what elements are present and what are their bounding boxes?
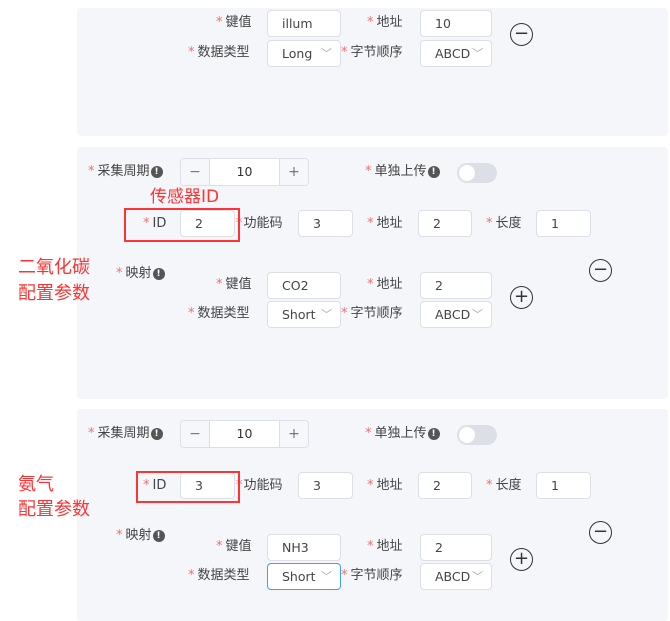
chevron-down-icon: ﹀ [321,308,332,321]
add-mapping-icon[interactable]: + [510,548,533,571]
key-input[interactable]: CO2 [267,272,341,299]
function-code-input[interactable]: 3 [298,210,353,237]
chevron-down-icon: ﹀ [321,47,332,60]
length-input[interactable]: 1 [536,472,591,499]
period-label: * 采集周期! [88,424,163,444]
key-input[interactable]: NH3 [267,534,341,561]
address-input[interactable]: 10 [420,10,492,37]
length-label: * 长度 [486,216,522,231]
data-type-select[interactable]: Short ﹀ [267,301,341,328]
data-type-select[interactable]: Short ﹀ [267,563,341,590]
key-label: * 键值 [216,539,252,554]
info-icon: ! [427,166,440,178]
key-input[interactable]: illum [267,10,341,37]
address-label: * 地址 [367,216,403,231]
annotation-co2-line1: 二氧化碳 [18,257,90,278]
function-code-label: *功能码 [236,216,283,231]
map-address-input[interactable]: 2 [420,534,492,561]
period-stepper[interactable]: − 10 + [180,158,309,186]
byte-order-label: * 字节顺序 [341,45,403,60]
address-input[interactable]: 2 [418,472,472,499]
decrement-button[interactable]: − [181,421,210,447]
info-icon: ! [152,530,165,542]
key-label: * 键值 [216,15,252,30]
highlight-box-id-co2 [124,208,240,242]
info-icon: ! [152,268,165,280]
byte-order-label: * 字节顺序 [341,568,403,583]
mapping-label: * 映射! [116,264,165,284]
length-label: * 长度 [486,478,522,493]
data-type-select[interactable]: Long ﹀ [267,40,341,67]
data-type-label: * 数据类型 [188,306,250,321]
add-mapping-icon[interactable]: + [510,286,533,309]
upload-label: * 单独上传! [365,424,440,444]
address-label: * 地址 [367,15,403,30]
function-code-input[interactable]: 3 [298,472,353,499]
annotation-nh3-line1: 氨气 [18,474,54,495]
data-type-label: * 数据类型 [188,45,250,60]
info-icon: ! [150,428,163,440]
annotation-nh3-line2: 配置参数 [18,499,90,520]
function-code-label: *功能码 [236,478,283,493]
map-address-label: * 地址 [367,539,403,554]
remove-sensor-icon[interactable]: − [589,521,612,544]
address-label: * 地址 [367,478,403,493]
sensor-config-co2: * 采集周期! − 10 + * 单独上传! * ID 2 *功能码 3 * 地址 2 … [0,147,670,399]
byte-order-label: * 字节顺序 [341,306,403,321]
period-value[interactable]: 10 [210,159,279,185]
chevron-down-icon: ﹀ [472,47,483,60]
upload-toggle[interactable] [457,163,497,183]
decrement-button[interactable]: − [181,159,210,185]
period-value[interactable]: 10 [210,421,279,447]
info-icon: ! [150,166,163,178]
map-address-label: * 地址 [367,277,403,292]
address-input[interactable]: 2 [418,210,472,237]
info-icon: ! [427,428,440,440]
highlight-box-id-nh3 [136,471,240,503]
annotation-sensor-id: 传感器ID [150,187,220,207]
length-input[interactable]: 1 [536,210,591,237]
remove-sensor-icon[interactable]: − [589,259,612,282]
chevron-down-icon: ﹀ [321,570,332,583]
byte-order-select[interactable]: ABCD ﹀ [420,301,492,328]
remove-mapping-icon[interactable]: − [510,23,533,46]
period-stepper[interactable]: − 10 + [180,420,309,448]
byte-order-select[interactable]: ABCD ﹀ [420,563,492,590]
map-address-input[interactable]: 2 [420,272,492,299]
annotation-co2-line2: 配置参数 [18,283,90,304]
sensor-config-nh3: * 采集周期! − 10 + * 单独上传! * ID 3 *功能码 3 * 地址 2 … [0,409,670,621]
key-label: * 键值 [216,277,252,292]
data-type-label: * 数据类型 [188,568,250,583]
byte-order-select[interactable]: ABCD ﹀ [420,40,492,67]
upload-toggle[interactable] [457,425,497,445]
period-label: * 采集周期! [88,162,163,182]
increment-button[interactable]: + [279,421,308,447]
increment-button[interactable]: + [279,159,308,185]
mapping-label: * 映射! [116,526,165,546]
chevron-down-icon: ﹀ [472,570,483,583]
upload-label: * 单独上传! [365,162,440,182]
chevron-down-icon: ﹀ [472,308,483,321]
